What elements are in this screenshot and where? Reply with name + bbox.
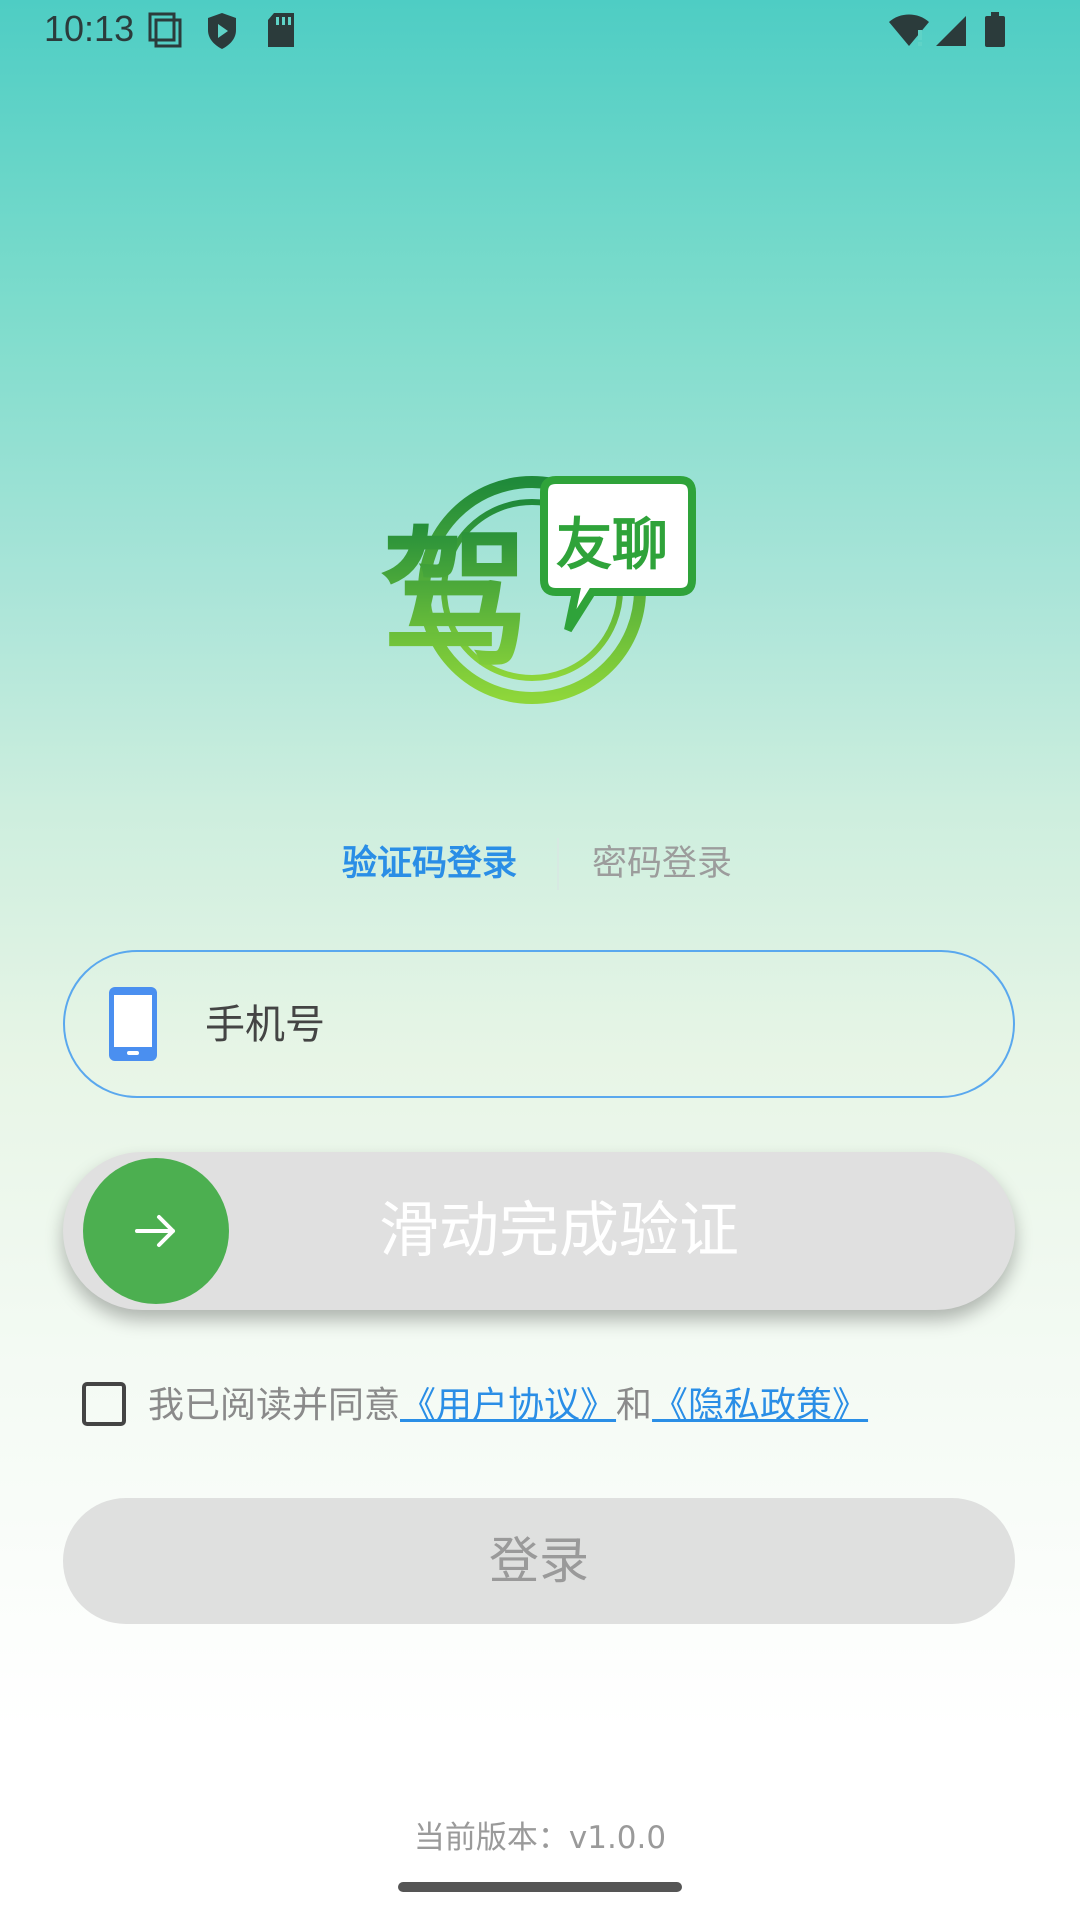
svg-text:友聊: 友聊 xyxy=(556,513,668,578)
slide-verify-handle[interactable] xyxy=(83,1158,229,1304)
status-time: 10:13 xyxy=(44,8,135,49)
app-logo: 驾 友聊 xyxy=(380,460,700,720)
phone-input[interactable] xyxy=(203,988,967,1062)
tab-password-login[interactable]: 密码登录 xyxy=(592,836,732,892)
battery-icon xyxy=(984,12,1006,52)
slide-verify-track[interactable]: 滑动完成验证 xyxy=(63,1152,1015,1310)
tab-divider xyxy=(557,838,559,890)
shield-play-icon xyxy=(206,12,238,54)
version-text: 当前版本：v1.0.0 xyxy=(413,1820,667,1856)
agreement-conjunction: 和 xyxy=(616,1385,653,1426)
login-tabs: 验证码登录 密码登录 xyxy=(0,836,1080,892)
phone-field[interactable] xyxy=(63,950,1015,1098)
privacy-policy-link[interactable]: 《隐私政策》 xyxy=(652,1385,868,1426)
agreement-prefix: 我已阅读并同意 xyxy=(148,1385,401,1426)
signal-icon xyxy=(934,14,968,52)
home-indicator[interactable] xyxy=(398,1882,682,1892)
tab-code-login[interactable]: 验证码登录 xyxy=(342,836,517,892)
arrow-right-icon xyxy=(135,1215,175,1247)
agreement-checkbox[interactable] xyxy=(82,1382,126,1426)
wifi-icon xyxy=(888,14,930,52)
svg-text:驾: 驾 xyxy=(380,514,530,688)
screen-record-icon xyxy=(148,12,182,52)
sd-card-icon xyxy=(266,12,296,52)
phone-icon xyxy=(109,987,157,1061)
status-bar: 10:13 xyxy=(0,0,1080,64)
login-button[interactable]: 登录 xyxy=(63,1498,1015,1624)
user-agreement-link[interactable]: 《用户协议》 xyxy=(400,1385,616,1426)
agreement-text: 我已阅读并同意《用户协议》和《隐私政策》 xyxy=(148,1378,868,1434)
agreement-row: 我已阅读并同意《用户协议》和《隐私政策》 xyxy=(80,1378,1020,1434)
